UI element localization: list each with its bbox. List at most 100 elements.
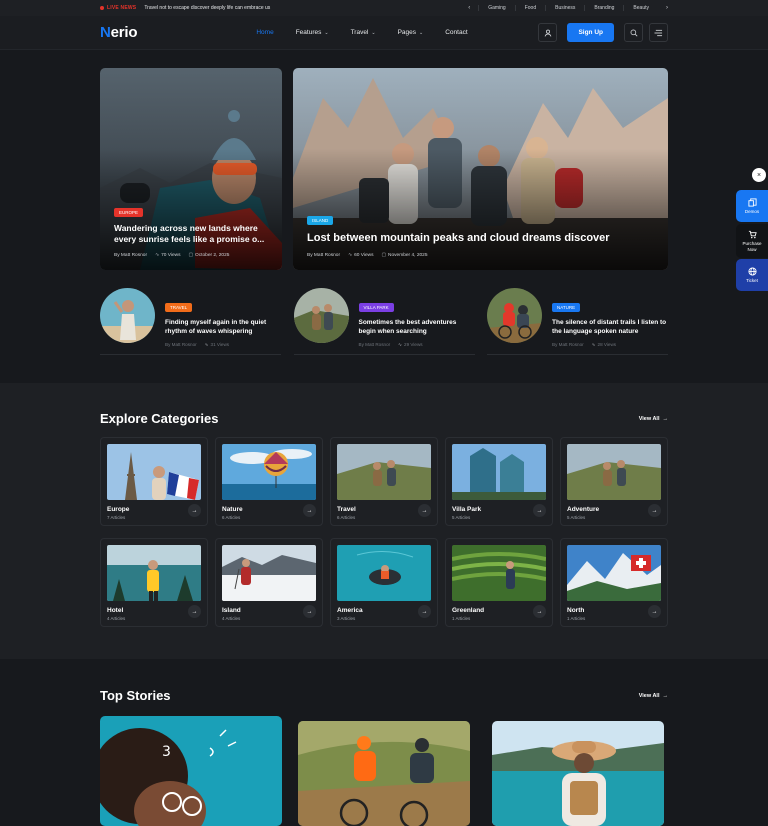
- top-category-business[interactable]: Business: [545, 5, 584, 11]
- hero-left-title[interactable]: Wandering across new lands where every s…: [114, 223, 268, 245]
- trend-icon: ∿: [204, 341, 209, 347]
- arrow-right-icon[interactable]: →: [418, 605, 431, 618]
- category-card-travel[interactable]: Travel 6 Articles →: [330, 437, 438, 526]
- logo[interactable]: Nerio: [100, 24, 138, 41]
- header-actions: Sign Up: [538, 23, 668, 42]
- category-name: Nature: [222, 506, 243, 513]
- story-image: [298, 721, 470, 826]
- mini-story-thumb: [293, 288, 349, 343]
- top-category-gaming[interactable]: Gaming: [478, 5, 515, 11]
- hero-card-right[interactable]: ISLAND Lost between mountain peaks and c…: [293, 68, 668, 270]
- story-image: 3: [100, 716, 282, 826]
- top-story-card[interactable]: [492, 721, 664, 826]
- trend-icon: ∿: [591, 341, 596, 347]
- arrow-right-icon[interactable]: →: [188, 504, 201, 517]
- category-count: 6 Articles: [222, 515, 241, 520]
- arrow-right-icon[interactable]: →: [533, 605, 546, 618]
- chevron-right-icon[interactable]: ›: [658, 5, 668, 11]
- category-name: Greenland: [452, 607, 485, 614]
- category-card-adventure[interactable]: Adventure 5 Articles →: [560, 437, 668, 526]
- nav-features[interactable]: Features ⌄: [285, 29, 340, 36]
- mini-story[interactable]: VILLA PARK Sometimes the best adventures…: [293, 288, 475, 355]
- author[interactable]: By Matt Rosnor: [307, 253, 340, 258]
- arrow-right-icon[interactable]: →: [533, 504, 546, 517]
- main-nav: Home Features ⌄ Travel ⌄ Pages ⌄ Contact: [245, 29, 478, 36]
- live-dot-icon: [100, 6, 104, 10]
- close-icon[interactable]: ×: [752, 168, 766, 182]
- category-count: 1 Articles: [567, 616, 586, 621]
- nav-pages[interactable]: Pages ⌄: [387, 29, 435, 36]
- nav-home[interactable]: Home: [245, 29, 284, 36]
- calendar-icon: ▢: [381, 253, 387, 258]
- news-ticker[interactable]: Travel not to escape discover deeply lif…: [144, 5, 270, 11]
- arrow-right-icon[interactable]: →: [303, 504, 316, 517]
- arrow-right-icon[interactable]: →: [418, 504, 431, 517]
- trend-icon: ∿: [348, 253, 353, 258]
- demos-button[interactable]: Demos: [736, 190, 768, 222]
- explore-categories-section: Explore Categories View All → Europe 7 Ar…: [0, 383, 768, 659]
- category-card-nature[interactable]: Nature 6 Articles →: [215, 437, 323, 526]
- mini-story[interactable]: TRAVEL Finding myself again in the quiet…: [100, 288, 281, 355]
- mini-story-title[interactable]: Sometimes the best adventures begin when…: [359, 318, 475, 337]
- site-header: Nerio Home Features ⌄ Travel ⌄ Pages ⌄ Cont…: [0, 16, 768, 50]
- mini-story-badge[interactable]: VILLA PARK: [358, 303, 394, 312]
- arrow-right-icon[interactable]: →: [303, 605, 316, 618]
- category-count: 5 Articles: [452, 515, 471, 520]
- user-icon: [544, 29, 552, 37]
- category-image: [107, 444, 201, 500]
- category-card-greenland[interactable]: Greenland 1 Articles →: [445, 538, 553, 627]
- mini-story-title[interactable]: Finding myself again in the quiet rhythm…: [165, 318, 281, 337]
- nav-travel[interactable]: Travel ⌄: [340, 29, 387, 36]
- top-story-card[interactable]: 3: [100, 716, 282, 826]
- ticket-button[interactable]: Ticket: [736, 259, 768, 291]
- category-count: 6 Articles: [337, 515, 356, 520]
- hero-right-title[interactable]: Lost between mountain peaks and cloud dr…: [307, 231, 654, 245]
- arrow-right-icon: →: [662, 415, 669, 422]
- purchase-now-button[interactable]: Purchase Now: [736, 224, 768, 258]
- view-all-link[interactable]: View All →: [639, 416, 668, 422]
- chevron-down-icon: ⌄: [324, 29, 329, 36]
- mini-story[interactable]: NATURE The silence of distant trails I l…: [487, 288, 668, 355]
- category-count: 4 Articles: [222, 616, 241, 621]
- hero-right-badge[interactable]: ISLAND: [307, 215, 334, 225]
- category-card-europe[interactable]: Europe 7 Articles →: [100, 437, 208, 526]
- hero-card-left[interactable]: EUROPE Wandering across new lands where …: [100, 68, 282, 270]
- category-count: 7 Articles: [107, 515, 126, 520]
- hero-left-badge[interactable]: EUROPE: [114, 207, 144, 217]
- chevron-left-icon[interactable]: ‹: [460, 5, 478, 11]
- top-categories: ‹ Gaming Food Business Branding Beauty ›: [460, 5, 668, 11]
- hero-right-meta: By Matt Rosnor ∿ 60 Views ▢ November 4, 20…: [307, 253, 428, 258]
- category-card-america[interactable]: America 3 Articles →: [330, 538, 438, 627]
- copy-icon: [747, 198, 757, 207]
- chevron-down-icon: ⌄: [371, 29, 376, 36]
- category-name: Adventure: [567, 506, 600, 513]
- top-category-branding[interactable]: Branding: [584, 5, 623, 11]
- category-card-villa-park[interactable]: Villa Park 5 Articles →: [445, 437, 553, 526]
- category-card-north[interactable]: North 1 Articles →: [560, 538, 668, 627]
- user-button[interactable]: [538, 23, 558, 42]
- top-category-food[interactable]: Food: [514, 5, 545, 11]
- top-category-beauty[interactable]: Beauty: [623, 5, 658, 11]
- arrow-right-icon[interactable]: →: [648, 504, 661, 517]
- category-name: Island: [222, 607, 241, 614]
- category-image: [567, 545, 661, 601]
- view-all-link[interactable]: View All →: [639, 693, 668, 699]
- mini-story-badge[interactable]: TRAVEL: [165, 303, 193, 312]
- category-card-hotel[interactable]: Hotel 4 Articles →: [100, 538, 208, 627]
- search-button[interactable]: [624, 23, 643, 42]
- section-title: Explore Categories: [100, 411, 219, 426]
- category-image: [222, 444, 316, 500]
- mini-story-thumb: [100, 288, 155, 343]
- mini-story-badge[interactable]: NATURE: [552, 303, 581, 312]
- arrow-right-icon[interactable]: →: [648, 605, 661, 618]
- nav-contact[interactable]: Contact: [434, 29, 478, 36]
- category-image: [337, 444, 431, 500]
- top-story-card[interactable]: [298, 721, 470, 826]
- category-card-island[interactable]: Island 4 Articles →: [215, 538, 323, 627]
- arrow-right-icon[interactable]: →: [188, 605, 201, 618]
- category-count: 3 Articles: [337, 616, 356, 621]
- menu-button[interactable]: [649, 23, 668, 42]
- mini-story-title[interactable]: The silence of distant trails I listen t…: [552, 318, 668, 337]
- author[interactable]: By Matt Rosnor: [114, 253, 147, 258]
- sign-up-button[interactable]: Sign Up: [567, 23, 614, 42]
